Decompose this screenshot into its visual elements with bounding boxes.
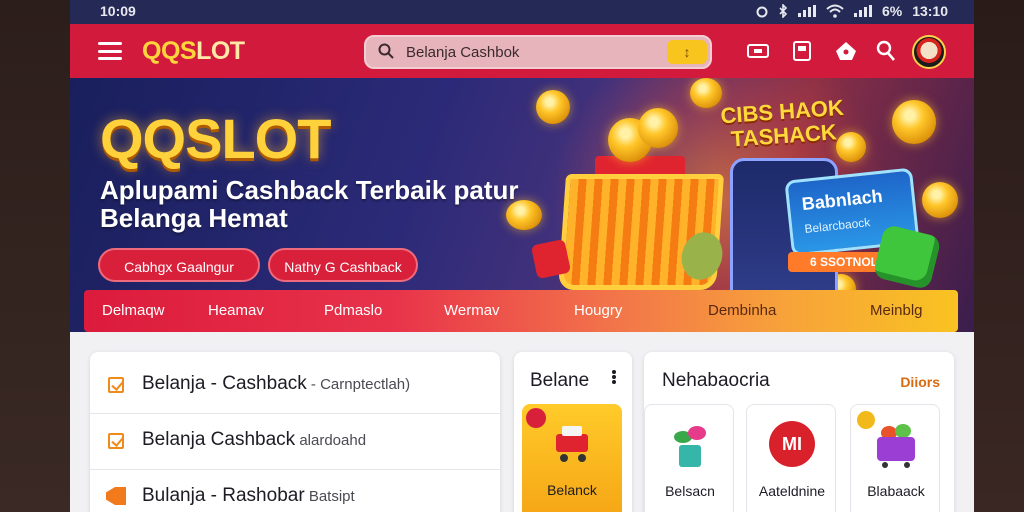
belanja-card-panel: Belane Belanck xyxy=(514,352,632,512)
search-input[interactable] xyxy=(406,41,656,63)
more-options-icon[interactable] xyxy=(612,370,616,384)
product-card-label: Belanck xyxy=(547,482,597,498)
plant-icon xyxy=(674,426,706,467)
panel-title: Belane xyxy=(530,370,590,391)
green-bag-image xyxy=(872,223,942,291)
background-right xyxy=(974,0,1024,512)
category-item[interactable]: Pdmaslo xyxy=(324,302,382,319)
list-item[interactable]: Bulanja - Rashobar Batsipt xyxy=(90,470,500,512)
product-tile[interactable]: Belsacn xyxy=(644,404,734,512)
cashback-sign: CIBS HAOK TASHACK xyxy=(719,94,845,152)
list-item-title: Belanja - Cashback xyxy=(142,373,307,394)
background-left xyxy=(0,0,70,512)
search-bar: ↕ xyxy=(364,35,712,69)
wifi-icon xyxy=(826,4,844,18)
cashback-list: Belanja - Cashback - Carnptectlah) Belan… xyxy=(90,352,500,512)
category-item[interactable]: Dembinha xyxy=(708,302,776,319)
coin-icon xyxy=(638,108,678,148)
tag-icon xyxy=(106,487,126,505)
coin-icon xyxy=(506,200,542,230)
app-header: QQSLOT ↕ xyxy=(70,24,974,78)
product-tile-label: Aateldnine xyxy=(758,483,826,499)
ticket-icon[interactable] xyxy=(746,39,770,63)
featured-panel: Nehabaocria Diiors Belsacn MI Aateldnine… xyxy=(644,352,954,512)
see-more-link[interactable]: Diiors xyxy=(900,374,940,390)
panel-title: Nehabaocria xyxy=(662,370,770,391)
basket-icon xyxy=(877,424,915,468)
tag-icon[interactable] xyxy=(834,39,858,63)
category-item[interactable]: Delmaqw xyxy=(102,302,165,319)
alarm-icon xyxy=(756,6,768,18)
coin-icon xyxy=(922,182,958,218)
list-item-sub: - Carnptectlah) xyxy=(306,376,411,393)
menu-icon[interactable] xyxy=(98,42,122,60)
status-clock: 13:10 xyxy=(912,3,948,19)
checkbox-icon[interactable] xyxy=(108,377,124,393)
product-tile[interactable]: MI Aateldnine xyxy=(746,404,836,512)
signal-icon-2 xyxy=(853,5,872,17)
list-item-title: Belanja Cashback xyxy=(142,429,296,450)
product-tile-label: Blabaack xyxy=(867,483,925,499)
wallet-icon[interactable] xyxy=(790,39,814,63)
banner-button-cashback[interactable]: Nathy G Cashback xyxy=(268,248,418,282)
promo-banner[interactable]: QQSLOT Aplupami Cashback Terbaik patur B… xyxy=(70,78,974,332)
status-icons: 6% 13:10 xyxy=(756,3,948,19)
coin-icon xyxy=(536,90,570,124)
red-cube-image xyxy=(530,238,572,280)
banner-title: Aplupami Cashback Terbaik patur Belanga … xyxy=(100,175,519,233)
search-button[interactable]: ↕ xyxy=(667,40,707,64)
checkbox-icon[interactable] xyxy=(108,433,124,449)
mi-logo-icon: MI xyxy=(769,421,815,467)
category-item[interactable]: Wermav xyxy=(444,302,500,319)
status-time: 10:09 xyxy=(100,3,136,19)
banner-button-primary[interactable]: Cabhgx Gaalngur xyxy=(98,248,260,282)
list-item[interactable]: Belanja Cashback alardoahd xyxy=(90,414,500,470)
avatar[interactable] xyxy=(912,35,946,69)
coin-icon xyxy=(892,100,936,144)
list-item-sub: alardoahd xyxy=(295,432,367,449)
search-icon xyxy=(378,43,394,59)
bluetooth-icon xyxy=(779,4,788,18)
category-item[interactable]: Hougry xyxy=(574,302,622,319)
list-item-sub: Batsipt xyxy=(304,488,355,505)
category-bar: Delmaqw Heamav Pdmaslo Wermav Hougry Dem… xyxy=(84,290,958,332)
badge-icon xyxy=(526,408,546,428)
user-search-icon[interactable] xyxy=(874,39,898,63)
category-item[interactable]: Heamav xyxy=(208,302,264,319)
list-item[interactable]: Belanja - Cashback - Carnptectlah) xyxy=(90,358,500,414)
product-tile[interactable]: Blabaack xyxy=(850,404,940,512)
status-bar: 10:09 6% 13:10 xyxy=(70,0,974,24)
brand-logo[interactable]: QQSLOT xyxy=(142,37,245,66)
cashback-card-title: Babnlach xyxy=(800,185,884,215)
list-item-title: Bulanja - Rashobar xyxy=(142,485,305,506)
product-card[interactable]: Belanck xyxy=(522,404,622,512)
category-item[interactable]: Meinblg xyxy=(870,302,923,319)
phone-screen: 10:09 6% 13:10 QQSLOT ↕ QQSLOT Aplupami … xyxy=(70,0,974,512)
product-tile-label: Belsacn xyxy=(665,483,715,499)
cashback-card-sub: Belarcbaock xyxy=(803,215,871,237)
banner-logo: QQSLOT xyxy=(100,107,331,170)
cart-icon xyxy=(556,426,588,462)
signal-icon xyxy=(797,5,816,17)
battery-percent: 6% xyxy=(881,3,903,19)
